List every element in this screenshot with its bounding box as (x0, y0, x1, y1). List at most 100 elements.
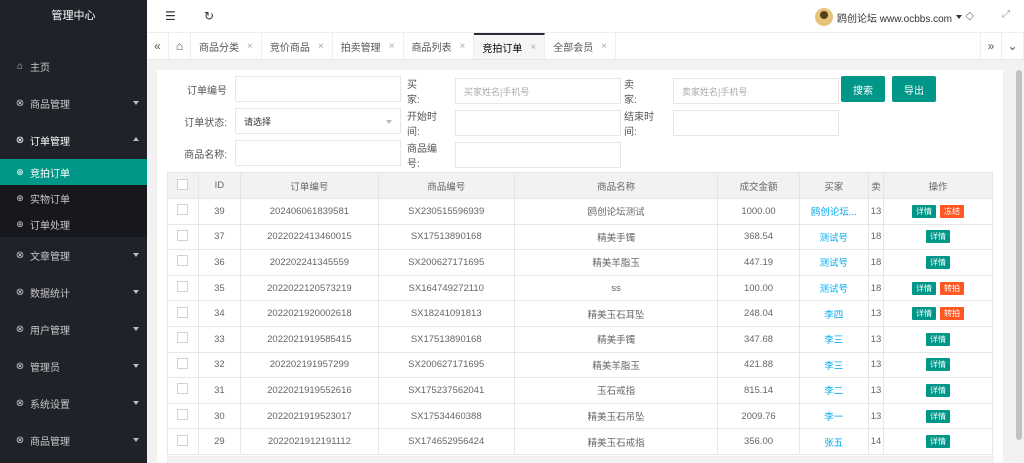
close-icon[interactable]: × (247, 41, 253, 52)
tab-scroll-left-icon[interactable]: « (147, 33, 169, 59)
row-checkbox[interactable] (167, 325, 199, 353)
close-icon[interactable]: × (601, 41, 607, 52)
tab[interactable]: 拍卖管理 × (333, 33, 404, 59)
sidebar-item[interactable]: ⊗ 系统设置 (0, 385, 147, 422)
row-checkbox[interactable] (167, 223, 199, 251)
chevron-icon (133, 401, 139, 405)
sidebar-item[interactable]: ⊗ 数据统计 (0, 274, 147, 311)
sidebar-submenu: ⊕ 竞拍订单 ⊕ 实物订单 ⊕ 订单处理 (0, 159, 147, 237)
select-all-checkbox[interactable] (167, 172, 199, 199)
cell-order-no: 2022022413460015 (240, 223, 379, 251)
cell-id: 37 (197, 223, 242, 251)
refresh-icon[interactable]: ↻ (204, 9, 214, 23)
row-checkbox[interactable] (167, 274, 199, 302)
cell-actions: 详情 (883, 223, 993, 251)
row-checkbox[interactable] (167, 377, 199, 404)
sidebar-item[interactable]: ⊗ 商品管理 (0, 85, 147, 122)
row-checkbox[interactable] (167, 402, 199, 430)
row-checkbox[interactable] (167, 428, 199, 455)
detail-button[interactable]: 详情 (926, 230, 951, 244)
top-header: ☰ ↻ 鸥创论坛 www.ocbbs.com ◇ ⤢ (147, 0, 1024, 33)
detail-button[interactable]: 详情 (926, 332, 951, 346)
search-button[interactable]: 搜索 (841, 76, 885, 102)
detail-button[interactable]: 详情 (912, 307, 937, 321)
row-checkbox[interactable] (167, 198, 199, 225)
cell-order-no: 2022021920002618 (240, 300, 379, 327)
export-button[interactable]: 导出 (892, 76, 936, 102)
close-icon[interactable]: × (318, 41, 324, 52)
cell-goods-no: SX200627171695 (377, 351, 515, 379)
user-menu[interactable]: 鸥创论坛 www.ocbbs.com (814, 8, 962, 26)
fullscreen-icon[interactable]: ⤢ (1002, 9, 1010, 20)
goods-name-input[interactable] (235, 140, 401, 166)
tab[interactable]: 全部会员 × (545, 33, 617, 59)
cell-buyer-link[interactable]: 测试号 (798, 249, 869, 276)
cell-buyer-link[interactable]: 张五 (798, 428, 869, 455)
row-checkbox[interactable] (167, 300, 199, 327)
sidebar-item[interactable]: ⊗ 订单管理 (0, 122, 147, 159)
home-tab-icon[interactable]: ⌂ (169, 33, 191, 59)
sidebar-subitem[interactable]: ⊕ 实物订单 (0, 185, 147, 211)
sidebar-item[interactable]: ⊗ 文章管理 (0, 237, 147, 274)
sidebar-subitem[interactable]: ⊕ 订单处理 (0, 211, 147, 237)
detail-button[interactable]: 详情 (926, 358, 951, 372)
tab-options-icon[interactable]: ⌄ (1002, 33, 1024, 59)
seller-input[interactable]: 卖家姓名|手机号 (673, 78, 839, 104)
tab-bar: « ⌂ 商品分类 × 竞价商品 × 拍卖管理 × 商品列表 × 竞拍订单 × 全部会员 × » ⌄ (147, 33, 1024, 60)
horizontal-scrollbar[interactable] (167, 456, 994, 463)
action-button[interactable]: 冻结 (940, 204, 965, 218)
end-time-input[interactable] (673, 110, 839, 136)
cell-goods-name: 精美羊脂玉 (513, 351, 719, 379)
tab-label: 商品列表 (411, 42, 452, 54)
detail-button[interactable]: 详情 (926, 383, 951, 397)
cell-buyer-link[interactable]: 测试号 (798, 223, 869, 251)
sidebar-subitem[interactable]: ⊕ 竞拍订单 (0, 159, 147, 185)
cell-buyer-link[interactable]: 李三 (798, 325, 869, 353)
row-checkbox[interactable] (167, 249, 199, 276)
detail-button[interactable]: 详情 (926, 435, 951, 449)
action-button[interactable]: 转拍 (940, 307, 965, 321)
goods-no-input[interactable] (455, 142, 621, 168)
cell-actions: 详情 (883, 351, 993, 379)
tab-label: 竞价商品 (269, 42, 310, 54)
detail-button[interactable]: 详情 (912, 281, 937, 295)
cell-buyer-link[interactable]: 李三 (798, 351, 869, 379)
sidebar-nav: ⌂ 主页 ⊗ 商品管理 ⊗ 订单管理 ⊕ 竞拍订单 ⊕ 实物订单 ⊕ 订单处理 ⊗ 文章管理 ⊗ 数据统计 ⊗ 用… (0, 48, 147, 459)
close-icon[interactable]: × (389, 41, 395, 52)
close-icon[interactable]: × (530, 42, 536, 53)
row-checkbox[interactable] (167, 351, 199, 379)
cell-buyer-link[interactable]: 测试号 (798, 274, 869, 302)
tab-list: 商品分类 × 竞价商品 × 拍卖管理 × 商品列表 × 竞拍订单 × 全部会员 × (191, 33, 617, 59)
cell-id: 39 (197, 198, 242, 225)
detail-button[interactable]: 详情 (912, 204, 937, 218)
sidebar-item[interactable]: ⊗ 用户管理 (0, 311, 147, 348)
tab[interactable]: 商品列表 × (404, 33, 475, 59)
table-row: 39 202406061839581 SX230515596939 鸥创论坛测试 100… (167, 198, 993, 225)
sidebar-item[interactable]: ⊗ 管理员 (0, 348, 147, 385)
circle-plus-icon: ⊕ (16, 166, 24, 177)
detail-button[interactable]: 详情 (926, 255, 951, 269)
status-select[interactable]: 请选择 (235, 108, 401, 134)
sidebar-item[interactable]: ⊗ 商品管理 (0, 422, 147, 459)
action-button[interactable]: 转拍 (940, 281, 965, 295)
start-time-input[interactable] (455, 110, 621, 136)
detail-button[interactable]: 详情 (926, 409, 951, 423)
tab-scroll-right-icon[interactable]: » (980, 33, 1002, 59)
cell-buyer-link[interactable]: 鸥创论坛... (798, 198, 869, 225)
buyer-input[interactable]: 买家姓名|手机号 (455, 78, 621, 104)
cell-buyer-link[interactable]: 李四 (798, 300, 869, 327)
order-no-input[interactable] (235, 76, 401, 102)
sidebar-item[interactable]: ⌂ 主页 (0, 48, 147, 85)
vertical-scrollbar[interactable] (1014, 60, 1024, 463)
tab[interactable]: 竞拍订单 × (474, 33, 546, 59)
tab[interactable]: 竞价商品 × (262, 33, 333, 59)
theme-icon[interactable]: ◇ (966, 9, 974, 22)
col-header: 商品名称 (513, 172, 719, 199)
tab-label: 全部会员 (553, 42, 594, 54)
cell-buyer-link[interactable]: 李二 (798, 377, 869, 404)
tab[interactable]: 商品分类 × (191, 33, 262, 59)
menu-toggle-icon[interactable]: ☰ (165, 9, 176, 23)
cell-goods-name: 精美玉石戒指 (513, 428, 719, 455)
cell-buyer-link[interactable]: 李一 (798, 402, 869, 430)
close-icon[interactable]: × (460, 41, 466, 52)
